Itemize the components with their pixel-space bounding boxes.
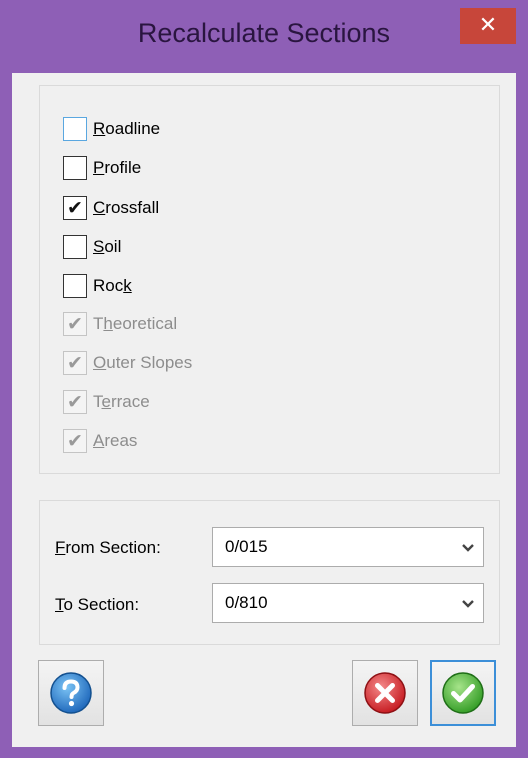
checkbox-roadline[interactable]: Roadline xyxy=(63,115,160,143)
checkbox-label: Theoretical xyxy=(93,314,178,333)
checkbox-rock[interactable]: Rock xyxy=(63,272,132,300)
from-section-label: From Section: xyxy=(55,538,161,557)
dialog-window: Recalculate Sections ✕ Roadline Profile … xyxy=(0,0,528,758)
to-section-label: To Section: xyxy=(55,595,140,614)
checkbox-box[interactable] xyxy=(63,117,87,141)
checkbox-box: ✔ xyxy=(63,390,87,414)
title-bar[interactable]: Recalculate Sections ✕ xyxy=(0,0,528,74)
checkbox-box: ✔ xyxy=(63,351,87,375)
check-mark-icon: ✔ xyxy=(67,197,83,219)
help-button[interactable] xyxy=(38,660,104,726)
to-section-select[interactable]: 0/810 xyxy=(212,583,484,623)
checkbox-label: Soil xyxy=(93,237,122,256)
checkbox-outer-slopes: ✔ Outer Slopes xyxy=(63,349,192,377)
check-mark-icon: ✔ xyxy=(67,313,83,335)
checkbox-profile[interactable]: Profile xyxy=(63,154,141,182)
checkbox-label: Crossfall xyxy=(93,198,160,217)
cancel-icon xyxy=(364,672,406,714)
checkbox-theoretical: ✔ Theoretical xyxy=(63,310,177,338)
chevron-down-icon xyxy=(462,600,474,608)
chevron-down-icon xyxy=(462,544,474,552)
checkbox-box[interactable] xyxy=(63,156,87,180)
from-section-value: 0/015 xyxy=(225,537,268,556)
close-button[interactable]: ✕ xyxy=(460,8,516,44)
checkbox-terrace: ✔ Terrace xyxy=(63,388,150,416)
checkbox-label: Roadline xyxy=(93,119,161,138)
cancel-button[interactable] xyxy=(352,660,418,726)
checkbox-label: Rock xyxy=(93,276,132,295)
checkbox-label: Areas xyxy=(93,431,138,450)
checkbox-label: Profile xyxy=(93,158,142,177)
checkbox-box[interactable] xyxy=(63,235,87,259)
dialog-title: Recalculate Sections xyxy=(137,18,391,48)
ok-check-icon xyxy=(442,672,484,714)
checkbox-soil[interactable]: Soil xyxy=(63,233,121,261)
checkbox-box: ✔ xyxy=(63,312,87,336)
ok-button[interactable] xyxy=(430,660,496,726)
check-mark-icon: ✔ xyxy=(67,352,83,374)
section-range-group xyxy=(39,500,500,645)
checkbox-box[interactable] xyxy=(63,274,87,298)
checkbox-label: Outer Slopes xyxy=(93,353,193,372)
checkbox-box[interactable]: ✔ xyxy=(63,196,87,220)
check-mark-icon: ✔ xyxy=(67,391,83,413)
help-icon xyxy=(50,672,92,714)
dialog-body: Roadline Profile ✔ Crossfall Soil Rock ✔… xyxy=(12,73,516,747)
to-section-value: 0/810 xyxy=(225,593,268,612)
from-section-select[interactable]: 0/015 xyxy=(212,527,484,567)
checkbox-label: Terrace xyxy=(93,392,150,411)
checkbox-crossfall[interactable]: ✔ Crossfall xyxy=(63,194,159,222)
check-mark-icon: ✔ xyxy=(67,430,83,452)
checkbox-box: ✔ xyxy=(63,429,87,453)
checkbox-areas: ✔ Areas xyxy=(63,427,137,455)
